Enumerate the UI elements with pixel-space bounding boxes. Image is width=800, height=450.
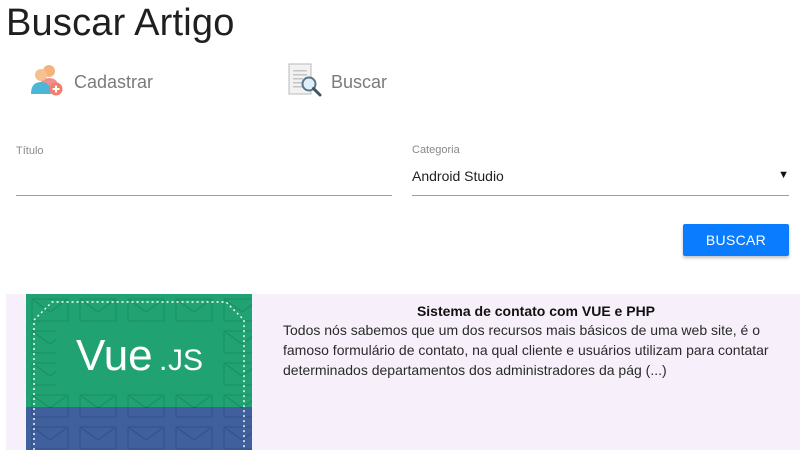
titulo-field: Título [16,145,392,196]
vue-logo-dot: . [159,344,167,377]
vuejs-envelopes-thumbnail: Vue . JS [26,294,252,450]
titulo-underline [16,195,392,196]
article-card[interactable]: Vue . JS Sistema de contato com VUE e PH… [6,294,800,450]
article-title[interactable]: Sistema de contato com VUE e PHP [283,303,789,319]
article-excerpt: Todos nós sabemos que um dos recursos ma… [283,322,769,378]
vue-logo-suffix: JS [168,344,203,377]
categoria-select[interactable]: Categoria Android Studio ▼ [412,144,789,196]
vue-logo-main: Vue [76,331,153,380]
buscar-button[interactable]: BUSCAR [683,224,789,256]
titulo-label: Título [16,145,44,157]
page-title: Buscar Artigo [6,2,235,44]
dropdown-arrow-icon: ▼ [778,169,789,181]
titulo-input[interactable] [16,165,392,193]
cadastrar-label: Cadastrar [74,72,154,92]
categoria-selected-value: Android Studio [412,168,504,184]
cadastrar-link[interactable]: Cadastrar [28,62,153,103]
categoria-underline [412,195,789,196]
add-users-icon [28,62,66,103]
categoria-label: Categoria [412,144,460,156]
search-document-icon [287,62,323,103]
buscar-link[interactable]: Buscar [287,62,387,103]
buscar-label: Buscar [331,72,388,92]
